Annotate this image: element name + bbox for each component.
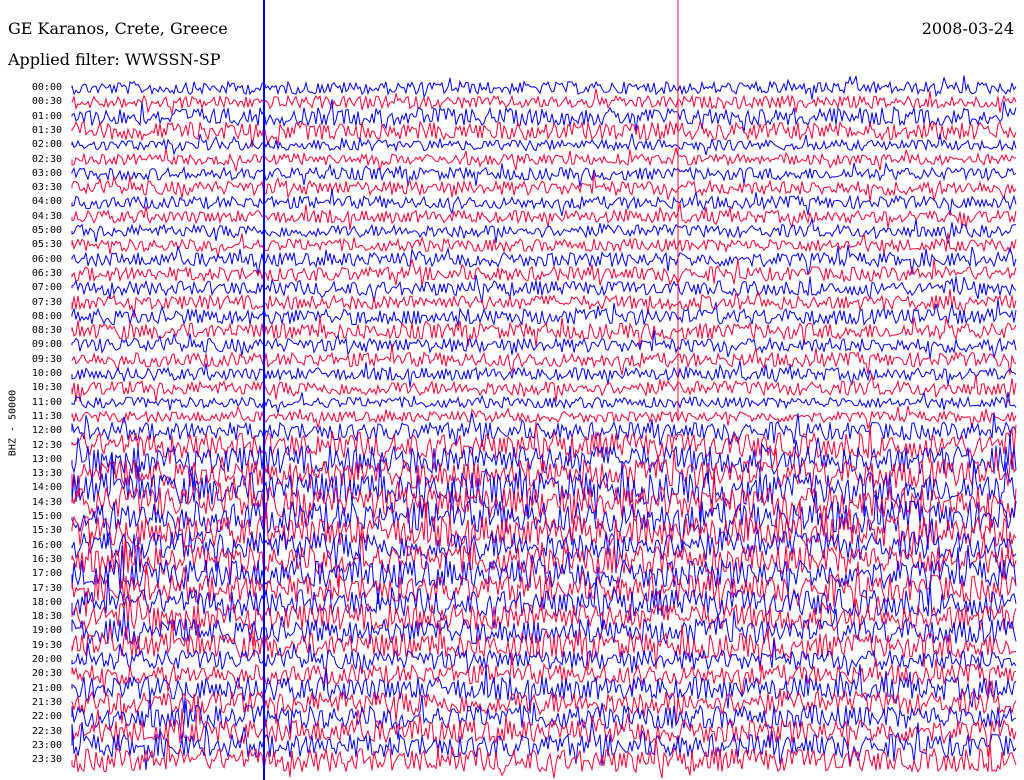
trace-row — [71, 735, 1017, 779]
trace-row — [71, 274, 1017, 304]
trace-row — [71, 217, 1017, 244]
trace-row — [71, 391, 1017, 414]
trace-row — [71, 147, 1017, 172]
trace-row — [71, 232, 1017, 258]
trace-row — [71, 607, 1017, 650]
trace-row — [71, 664, 1017, 714]
trace-row — [71, 421, 1017, 472]
trace-row — [71, 405, 1017, 429]
trace-row — [71, 258, 1017, 287]
trace-row — [71, 133, 1017, 156]
trace-row — [71, 289, 1017, 318]
trace-row — [71, 99, 1017, 133]
helicorder-plot — [71, 0, 1017, 780]
